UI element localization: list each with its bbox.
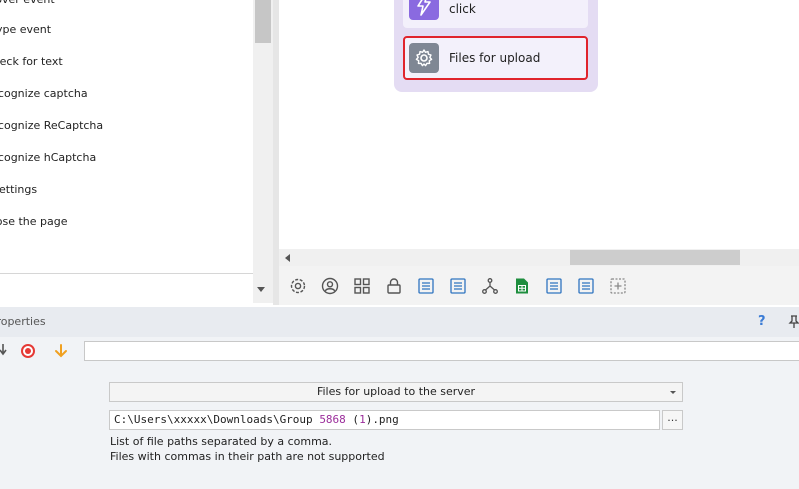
arrow-down-icon[interactable] — [53, 343, 69, 359]
list-item[interactable]: Recognize captcha — [0, 84, 88, 104]
add-block-icon[interactable] — [607, 275, 629, 297]
list-item[interactable]: Settings — [0, 180, 37, 200]
list-separator — [0, 273, 253, 274]
browse-button[interactable]: ... — [662, 410, 683, 430]
user-icon[interactable] — [319, 275, 341, 297]
chevron-down-icon — [670, 391, 676, 394]
canvas-toolbar — [279, 266, 799, 305]
lock-icon[interactable] — [383, 275, 405, 297]
record-icon[interactable] — [21, 344, 35, 358]
node-click[interactable]: click — [403, 0, 588, 28]
upload-mode-select[interactable]: Files for upload to the server — [109, 382, 683, 402]
scrollbar-thumb[interactable] — [570, 250, 740, 265]
grid-icon[interactable] — [351, 275, 373, 297]
branch-icon[interactable] — [479, 275, 501, 297]
hint-text: List of file paths separated by a comma. — [110, 435, 333, 448]
vertical-scrollbar[interactable] — [253, 0, 273, 303]
hint-text: Files with commas in their path are not … — [110, 450, 385, 463]
list-item[interactable]: Hover event — [0, 0, 55, 10]
project-canvas[interactable]: click Files for upload — [279, 0, 799, 249]
horizontal-scrollbar[interactable] — [279, 249, 799, 266]
properties-name-input[interactable] — [84, 341, 799, 361]
properties-header: Properties ? — [0, 307, 799, 337]
pin-icon[interactable] — [788, 315, 799, 329]
properties-title: Properties — [0, 315, 46, 328]
list-item[interactable]: Recognize hCaptcha — [0, 148, 96, 168]
list-item[interactable]: Type event — [0, 20, 51, 40]
node-label: Files for upload — [449, 51, 541, 65]
list-item[interactable]: Recognize ReCaptcha — [0, 116, 103, 136]
list-icon[interactable] — [543, 275, 565, 297]
node-label: click — [449, 2, 476, 16]
list-item[interactable]: Check for text — [0, 52, 63, 72]
file-path-input[interactable]: C:\Users\xxxxx\Downloads\Group 5868 (1).… — [109, 410, 660, 430]
lightning-icon — [409, 0, 439, 20]
list-icon[interactable] — [575, 275, 597, 297]
list-icon[interactable] — [415, 275, 437, 297]
actions-list: Hover event Type event Check for text Re… — [0, 0, 253, 273]
arrow-down-icon[interactable] — [0, 343, 12, 359]
settings-icon[interactable] — [287, 275, 309, 297]
list-icon[interactable] — [447, 275, 469, 297]
sheet-icon[interactable] — [511, 275, 533, 297]
actions-list-panel: Hover event Type event Check for text Re… — [0, 0, 273, 303]
properties-body: Files for upload to the server C:\Users\… — [0, 337, 799, 489]
node-files-for-upload[interactable]: Files for upload — [403, 36, 588, 80]
scroll-left-arrow-icon[interactable] — [285, 254, 290, 262]
scroll-down-arrow-icon[interactable] — [257, 287, 265, 292]
help-icon[interactable]: ? — [758, 314, 766, 329]
list-item[interactable]: Close the page — [0, 212, 67, 232]
action-group[interactable]: click Files for upload — [394, 0, 598, 92]
scrollbar-thumb[interactable] — [255, 0, 271, 43]
gear-icon — [409, 43, 439, 73]
